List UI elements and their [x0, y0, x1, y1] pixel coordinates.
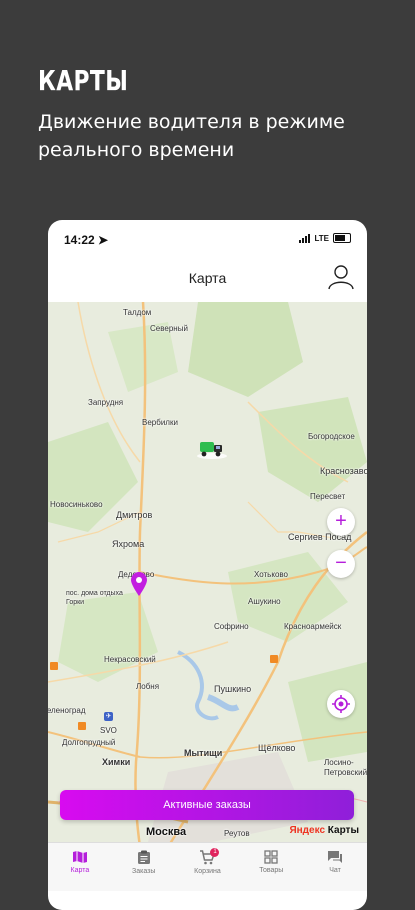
- map-label-dmitrov: Дмитров: [116, 510, 153, 520]
- map-label-posad-gorki: пос. дома отдыха Горки: [66, 590, 123, 606]
- tab-label: Карта: [70, 867, 90, 874]
- map-tiles: [48, 302, 367, 847]
- promo-subtitle: Движение водителя в режиме реального вре…: [38, 111, 345, 161]
- map-label-svo: SVO: [100, 726, 117, 735]
- map-label-sofrino: Софрино: [214, 622, 249, 631]
- map-label-losino: Лосино-Петровский: [324, 758, 367, 777]
- status-bar: 14:22 ➤ LTE: [48, 220, 367, 258]
- map-label-bogorodskoe: Богородское: [308, 432, 355, 441]
- map-label-khimki: Химки: [102, 757, 131, 767]
- locate-me-button[interactable]: [327, 690, 355, 718]
- tab-map[interactable]: Карта: [48, 843, 112, 891]
- map-label-lobnya: Лобня: [136, 682, 160, 691]
- target-icon: [332, 695, 350, 713]
- map-label-pushkino: Пушкино: [214, 684, 252, 694]
- map-label-yakhroma: Яхрома: [112, 539, 145, 549]
- map-label-shchelkovo: Щёлково: [258, 743, 296, 753]
- map-label-krasnoarmeysk: Красноармейск: [284, 622, 342, 631]
- battery-icon: [333, 233, 351, 243]
- map-label-moskva: Москва: [146, 826, 187, 838]
- map-label-dolgoprudny: Долгопрудный: [62, 738, 116, 747]
- map-icon: [72, 851, 87, 863]
- status-time: 14:22 ➤: [64, 233, 109, 247]
- tab-chat[interactable]: Чат: [303, 843, 367, 891]
- map-label-verbilki: Вербилки: [142, 418, 178, 427]
- promo-title: КАРТЫ: [38, 64, 129, 97]
- map-label-taldom: Талдом: [123, 308, 152, 317]
- map-label-khotkovo: Хотьково: [254, 570, 288, 579]
- map-label-severny: Северный: [150, 324, 188, 333]
- zoom-in-button[interactable]: +: [327, 508, 355, 536]
- cart-badge: 1: [210, 848, 220, 857]
- map-label-zelenograd: Зеленоград: [48, 706, 86, 715]
- tab-label: Корзина: [194, 868, 221, 875]
- tab-orders[interactable]: Заказы: [112, 843, 176, 891]
- map-label-reutov: Реутов: [224, 829, 250, 838]
- zoom-out-button[interactable]: −: [327, 550, 355, 578]
- active-orders-button[interactable]: Активные заказы: [60, 790, 354, 820]
- map-view[interactable]: Талдом Северный Запрудня Вербилки Богоро…: [48, 302, 367, 847]
- network-type: LTE: [314, 233, 329, 243]
- signal-icon: [299, 233, 311, 243]
- map-label-krasnozavodsk: Краснозаводск: [320, 466, 367, 476]
- tab-label: Заказы: [131, 868, 156, 875]
- page-title: Карта: [188, 270, 227, 286]
- phone-frame: 14:22 ➤ LTE Карта Талдом Северный Запруд…: [48, 220, 367, 910]
- tab-label: Чат: [329, 867, 341, 874]
- clipboard-icon: [137, 850, 150, 864]
- airport-icon: ✈: [104, 712, 113, 721]
- map-label-nekrasovsky: Некрасовский: [104, 655, 156, 664]
- railway-station-icon: [270, 655, 278, 663]
- railway-station-icon: [50, 662, 58, 670]
- railway-station-icon: [78, 722, 86, 730]
- chat-icon: [328, 851, 343, 863]
- truck-icon[interactable]: [196, 438, 228, 460]
- location-arrow-icon: ➤: [98, 233, 109, 247]
- map-label-peresvet: Пересвет: [310, 492, 346, 501]
- tab-label: Товары: [259, 867, 284, 874]
- map-label-ashukino: Ашукино: [248, 597, 281, 606]
- app-header: Карта: [48, 258, 367, 302]
- tab-products[interactable]: Товары: [239, 843, 303, 891]
- tab-cart[interactable]: 1 Корзина: [176, 843, 240, 891]
- map-label-novosinkovo: Новосиньково: [50, 500, 103, 509]
- grid-icon: [264, 850, 278, 864]
- map-label-zaprudnya: Запрудня: [88, 398, 124, 407]
- location-pin-icon[interactable]: [130, 571, 148, 597]
- profile-icon[interactable]: [327, 262, 355, 290]
- map-label-mytishchi: Мытищи: [184, 748, 223, 758]
- yandex-maps-logo: Яндекс Карты: [289, 825, 359, 836]
- bottom-tab-bar: Карта Заказы 1 Корзина Товары Чат: [48, 842, 367, 891]
